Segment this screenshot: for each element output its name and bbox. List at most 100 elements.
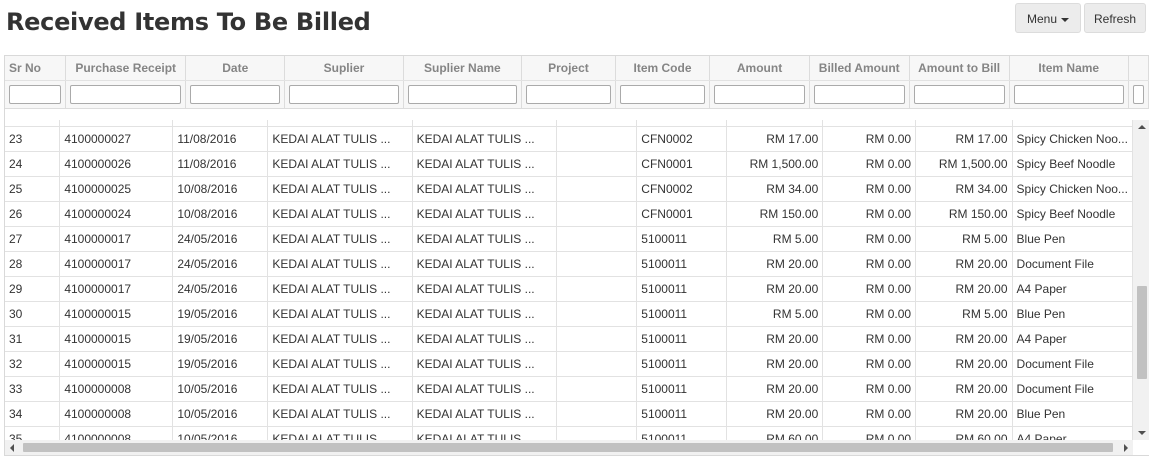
cell-sr-no: 34: [5, 401, 61, 427]
column-header-amount-to-bill[interactable]: Amount to Bill: [909, 56, 1010, 81]
filter-input-purchase-receipt[interactable]: [70, 85, 182, 104]
horizontal-scrollbar[interactable]: [5, 440, 1133, 455]
grid-header: Sr No Purchase Receipt Date Suplier Suplier …: [5, 56, 1149, 109]
scroll-up-arrow-icon[interactable]: [1138, 125, 1146, 129]
scroll-right-arrow-icon[interactable]: [1124, 444, 1128, 452]
cell-purchase-receipt: 4100000027: [59, 126, 174, 152]
cell-project: [556, 201, 638, 227]
cell-amount: RM 34.00: [726, 176, 824, 202]
cell-suplier-name: KEDAI ALAT TULIS ...: [412, 301, 557, 327]
cell-suplier-name: KEDAI ALAT TULIS ...: [412, 251, 557, 277]
cell-item-name: A4 Paper: [1012, 276, 1133, 302]
column-header-billed-amount[interactable]: Billed Amount: [809, 56, 910, 81]
cell-amount-to-bill: RM 20.00: [915, 276, 1013, 302]
cell-project: [556, 326, 638, 352]
cell-date: 24/05/2016: [172, 276, 269, 302]
cell-date: 19/05/2016: [172, 351, 269, 377]
filter-input-billed-amount[interactable]: [813, 85, 905, 104]
cell-purchase-receipt: 4100000015: [59, 326, 174, 352]
scroll-down-arrow-icon[interactable]: [1138, 431, 1146, 435]
column-header-amount[interactable]: Amount: [709, 56, 810, 81]
filter-input-suplier[interactable]: [289, 85, 399, 104]
refresh-button[interactable]: Refresh: [1084, 3, 1146, 33]
cell-suplier-name: KEDAI ALAT TULIS ...: [412, 376, 557, 402]
cell-suplier-name: KEDAI ALAT TULIS ...: [412, 326, 557, 352]
cell-amount: RM 5.00: [726, 226, 824, 252]
table-row[interactable]: 24 4100000026 11/08/2016 KEDAI ALAT TULIS .…: [5, 151, 1133, 177]
vertical-scroll-thumb[interactable]: [1137, 286, 1147, 379]
filter-input-amount-to-bill[interactable]: [913, 85, 1005, 104]
horizontal-scroll-thumb[interactable]: [23, 443, 1113, 452]
filter-input-date[interactable]: [190, 85, 281, 104]
column-header-suplier[interactable]: Suplier: [284, 56, 404, 81]
column-header-sr-no[interactable]: Sr No: [5, 56, 67, 81]
cell-suplier-name: KEDAI ALAT TULIS ...: [412, 426, 557, 440]
cell-billed-amount: RM 0.00: [822, 201, 917, 227]
cell-date: 10/05/2016: [172, 376, 269, 402]
column-header-item-name[interactable]: Item Name: [1009, 56, 1129, 81]
cell-item-name: Spicy Chicken Noo...: [1012, 126, 1133, 152]
table-row[interactable]: 33 4100000008 10/05/2016 KEDAI ALAT TULIS .…: [5, 376, 1133, 402]
cell-item-name: A4 Paper: [1012, 426, 1133, 440]
cell-suplier: KEDAI ALAT TULIS ...: [267, 376, 413, 402]
filter-input-item-name[interactable]: [1013, 85, 1124, 104]
filter-input-item-code[interactable]: [619, 85, 706, 104]
cell-suplier-name: KEDAI ALAT TULIS ...: [412, 176, 557, 202]
table-row[interactable]: 32 4100000015 19/05/2016 KEDAI ALAT TULIS .…: [5, 351, 1133, 377]
scroll-left-arrow-icon[interactable]: [10, 444, 14, 452]
cell-suplier: KEDAI ALAT TULIS ...: [267, 126, 413, 152]
menu-button[interactable]: Menu: [1015, 3, 1081, 33]
cell-item-code: 5100011: [636, 276, 727, 302]
cell-billed-amount: RM 0.00: [822, 126, 917, 152]
cell-suplier-name: KEDAI ALAT TULIS ...: [412, 226, 557, 252]
filter-input-extra[interactable]: [1132, 85, 1144, 104]
table-row[interactable]: 26 4100000024 10/08/2016 KEDAI ALAT TULIS .…: [5, 201, 1133, 227]
cell-amount-to-bill: RM 1,500.00: [915, 151, 1013, 177]
filter-cell-project: [521, 80, 616, 109]
cell-amount-to-bill: RM 20.00: [915, 401, 1013, 427]
cell-date: 11/08/2016: [172, 151, 269, 177]
vertical-scrollbar[interactable]: [1133, 120, 1149, 440]
filter-row: [5, 80, 1149, 109]
table-row[interactable]: 29 4100000017 24/05/2016 KEDAI ALAT TULIS .…: [5, 276, 1133, 302]
table-row[interactable]: 23 4100000027 11/08/2016 KEDAI ALAT TULIS .…: [5, 126, 1133, 152]
cell-item-name: Spicy Chicken Noo...: [1012, 176, 1133, 202]
table-row[interactable]: 28 4100000017 24/05/2016 KEDAI ALAT TULIS .…: [5, 251, 1133, 277]
cell-item-code: 5100011: [636, 376, 727, 402]
filter-input-suplier-name[interactable]: [407, 85, 518, 104]
cell-suplier-name: KEDAI ALAT TULIS ...: [412, 126, 557, 152]
column-header-date[interactable]: Date: [185, 56, 286, 81]
cell-item-code: CFN0001: [636, 151, 727, 177]
table-row[interactable]: 30 4100000015 19/05/2016 KEDAI ALAT TULIS .…: [5, 301, 1133, 327]
cell-suplier: KEDAI ALAT TULIS ...: [267, 426, 413, 440]
table-row[interactable]: 27 4100000017 24/05/2016 KEDAI ALAT TULIS .…: [5, 226, 1133, 252]
filter-input-sr-no[interactable]: [9, 85, 62, 104]
cell-sr-no: 25: [5, 176, 61, 202]
cell-item-code: 5100011: [636, 301, 727, 327]
cell-project: [556, 226, 638, 252]
cell-sr-no: 26: [5, 201, 61, 227]
table-row[interactable]: 25 4100000025 10/08/2016 KEDAI ALAT TULIS .…: [5, 176, 1133, 202]
cell-project: [556, 151, 638, 177]
cell-item-code: 5100011: [636, 426, 727, 440]
grid-body: 22410000002811/08/2016DOS ANTAR JETI CHE…: [5, 120, 1133, 440]
filter-cell-item-name: [1009, 80, 1129, 109]
cell-purchase-receipt: 4100000008: [59, 376, 174, 402]
cell-purchase-receipt: 4100000017: [59, 226, 174, 252]
filter-input-project[interactable]: [526, 85, 611, 104]
cell-item-name: Spicy Beef Noodle: [1012, 151, 1133, 177]
table-row[interactable]: 34 4100000008 10/05/2016 KEDAI ALAT TULIS .…: [5, 401, 1133, 427]
table-row[interactable]: 31 4100000015 19/05/2016 KEDAI ALAT TULIS .…: [5, 326, 1133, 352]
cell-sr-no: 27: [5, 226, 61, 252]
column-header-suplier-name[interactable]: Suplier Name: [403, 56, 523, 81]
cell-date: 10/08/2016: [172, 201, 269, 227]
column-header-project[interactable]: Project: [521, 56, 616, 81]
filter-input-amount[interactable]: [714, 85, 805, 104]
cell-date: 10/05/2016: [172, 401, 269, 427]
cell-amount: RM 17.00: [726, 126, 824, 152]
table-row[interactable]: 35 4100000008 10/05/2016 KEDAI ALAT TULIS .…: [5, 426, 1133, 440]
cell-purchase-receipt: 4100000024: [59, 201, 174, 227]
column-header-item-code[interactable]: Item Code: [615, 56, 711, 81]
cell-suplier: KEDAI ALAT TULIS ...: [267, 201, 413, 227]
column-header-purchase-receipt[interactable]: Purchase Receipt: [65, 56, 187, 81]
